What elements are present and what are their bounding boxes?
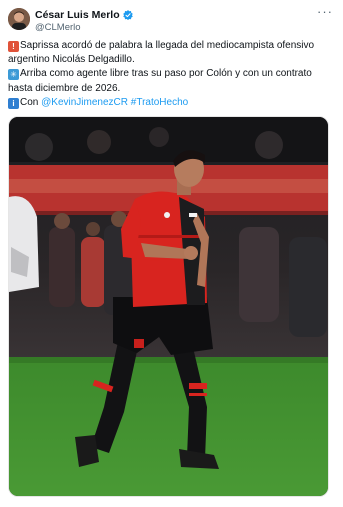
mention-link[interactable]: @KevinJimenezCR — [41, 97, 128, 108]
verified-badge-icon — [122, 10, 133, 20]
tweet-text: ! Saprissa acordó de palabra la llegada d… — [8, 39, 338, 110]
tweet-card[interactable]: César Luis Merlo @CLMerlo ··· ! Saprissa … — [0, 0, 343, 507]
siren-emoji-icon: ! — [8, 41, 19, 52]
tweet-paragraph-3: i Con @KevinJimenezCR #TratoHecho — [8, 96, 338, 110]
tweet-line-3-prefix: Con — [20, 96, 42, 108]
tweet-header: César Luis Merlo @CLMerlo ··· — [8, 4, 335, 35]
tweet-line-1: Saprissa acordó de palabra la llegada de… — [8, 40, 315, 66]
soccer-player-photo — [9, 117, 328, 496]
hashtag-link[interactable]: #TratoHecho — [131, 97, 188, 108]
tweet-paragraph-1: ! Saprissa acordó de palabra la llegada d… — [8, 39, 338, 67]
author-handle[interactable]: @CLMerlo — [35, 22, 133, 34]
tweet-photo[interactable] — [8, 116, 329, 497]
tweet-paragraph-2: ✳ Arriba como agente libre tras su paso p… — [8, 67, 338, 95]
tweet-line-2: Arriba como agente libre tras su paso po… — [8, 68, 312, 94]
avatar[interactable] — [8, 8, 30, 30]
more-options-icon[interactable]: ··· — [317, 4, 333, 19]
star-emoji-icon: ✳ — [8, 69, 19, 81]
author-name[interactable]: César Luis Merlo — [35, 9, 120, 21]
info-emoji-icon: i — [8, 97, 19, 109]
